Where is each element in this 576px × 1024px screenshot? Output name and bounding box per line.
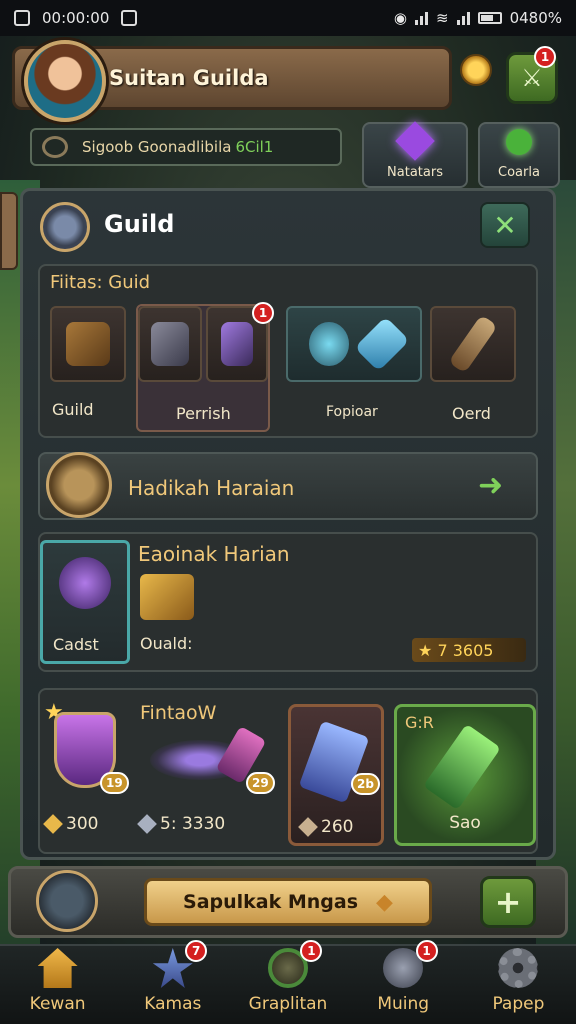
silver-gem-icon (137, 814, 157, 834)
weapon-bundle-icon (151, 322, 189, 366)
coin-icon[interactable] (460, 54, 492, 86)
feature-guild[interactable] (50, 306, 126, 382)
plus-icon: + (494, 883, 522, 921)
panel-title: Guild (104, 210, 175, 238)
battery-icon (477, 12, 502, 24)
blade-price: 260 (298, 817, 354, 837)
shield-price: 300 (43, 814, 99, 834)
reward-score: ★ 7 3605 (412, 638, 526, 662)
guild-info-bar: Sigoob Goonadlibila 6Cil1 (30, 128, 342, 166)
feature-guild-label: Guild (52, 400, 94, 419)
star-icon: ★ (418, 640, 433, 660)
close-icon: ✕ (493, 208, 517, 242)
nav-muing[interactable]: Muing 1 (346, 940, 461, 1024)
signal-icon-2 (456, 11, 470, 25)
nav-graplitan[interactable]: Graplitan 1 (230, 940, 345, 1024)
purple-gem-icon (395, 121, 435, 161)
arrow-right-icon[interactable]: ➜ (478, 468, 503, 503)
reward-card-label: Cadst (53, 635, 99, 654)
feature-fopioar-label: Fopioar (326, 404, 378, 420)
shield-level: 19 (100, 772, 129, 794)
gear-icon (498, 948, 539, 988)
dagger-icon (448, 314, 498, 374)
sword-icon: ⚔ (521, 64, 543, 92)
wand-price: 5: 3330 (137, 814, 226, 834)
nav-muing-badge: 1 (415, 940, 438, 962)
blue-crystal-icon (354, 316, 410, 372)
status-time: 00:00:00 (42, 9, 110, 27)
location-icon: ◉ (393, 9, 407, 27)
signal-icon (414, 11, 428, 25)
purple-amulet-icon (59, 557, 111, 609)
blade-price-value: 260 (321, 817, 354, 837)
corner-label: G:R (405, 713, 434, 732)
nav-papep-label: Papep (492, 994, 545, 1014)
green-sword-price: Sao (449, 813, 481, 833)
guild-swap-icon[interactable] (36, 870, 98, 932)
status-bar: 00:00:00 ◉ ≋ 0480% (0, 0, 576, 36)
treasure-chest-icon (66, 322, 110, 366)
nav-papep[interactable]: Papep (461, 946, 576, 1024)
collect-button-label: Sapulkak Mngas (183, 891, 359, 913)
daily-title: Hadikah Haraian (128, 476, 295, 500)
feature-perrish-a[interactable] (138, 306, 202, 382)
features-heading: Fiitas: Guid (50, 272, 151, 293)
magic-staff-icon (221, 322, 253, 366)
eagle-emblem-icon (46, 452, 112, 518)
perrish-badge: 1 (252, 302, 274, 324)
camera-icon (14, 10, 30, 26)
notification-icon (121, 10, 138, 26)
green-crystal-sword-icon (423, 723, 501, 811)
shop-title: FintaoW (140, 702, 217, 724)
shield-price-value: 300 (66, 814, 99, 834)
diamond-icon: ◆ (376, 889, 393, 915)
crystal-amulet-icon (309, 322, 349, 366)
nav-muing-label: Muing (377, 994, 430, 1014)
nav-graplitan-badge: 1 (300, 940, 323, 962)
close-button[interactable]: ✕ (480, 202, 530, 248)
reward-title: Eaoinak Harian (138, 542, 290, 566)
wand-level: 29 (246, 772, 275, 794)
guild-info-highlight: 6Cil1 (235, 138, 274, 156)
feature-perrish-label: Perrish (176, 404, 231, 423)
gold-treasure-icon (140, 574, 194, 620)
nav-kamas-badge: 7 (185, 940, 208, 962)
quest-badge: 1 (534, 46, 556, 68)
feature-oerd[interactable] (430, 306, 516, 382)
coarla-button[interactable]: Coarla (478, 122, 560, 188)
natatars-label: Natatars (387, 165, 443, 180)
gold-gem-icon (43, 814, 63, 834)
guild-sigil-icon (42, 136, 68, 158)
nav-kewan-label: Kewan (29, 994, 86, 1014)
battery-percentage: 0480% (509, 9, 562, 27)
home-icon (37, 948, 78, 988)
reward-score-value: 7 3605 (437, 640, 494, 660)
blade-card[interactable]: 2b 260 (288, 704, 384, 846)
bronze-gem-icon (298, 817, 318, 837)
nav-kamas-label: Kamas (144, 994, 202, 1014)
feature-fopioar[interactable] (286, 306, 422, 382)
natatars-button[interactable]: Natatars (362, 121, 468, 188)
player-avatar[interactable] (24, 40, 106, 122)
guild-info-text: Sigoob Goonadlibila (82, 138, 232, 156)
side-tab[interactable] (0, 192, 18, 270)
collect-button[interactable]: Sapulkak Mngas ◆ (144, 878, 432, 926)
reward-sub-label: Ouald: (140, 634, 193, 653)
green-sword-card[interactable]: G:R Sao (394, 704, 536, 846)
wifi-icon: ≋ (435, 9, 449, 27)
nav-kewan[interactable]: Kewan (0, 946, 115, 1024)
green-orb-icon (506, 129, 532, 155)
feature-oerd-label: Oerd (452, 404, 491, 423)
reward-card[interactable]: Cadst (40, 540, 130, 664)
nav-kamas[interactable]: Kamas 7 (115, 940, 230, 1024)
add-button[interactable]: + (480, 876, 536, 928)
blade-level: 2b (351, 773, 380, 795)
guild-name: Suitan Guilda (109, 66, 269, 90)
guild-emblem-icon (40, 202, 90, 252)
nav-graplitan-label: Graplitan (248, 994, 328, 1014)
wand-price-value: 5: 3330 (160, 814, 226, 834)
coarla-label: Coarla (498, 165, 540, 180)
bottom-nav: Kewan Kamas 7 Graplitan 1 Muing 1 Papep (0, 940, 576, 1024)
